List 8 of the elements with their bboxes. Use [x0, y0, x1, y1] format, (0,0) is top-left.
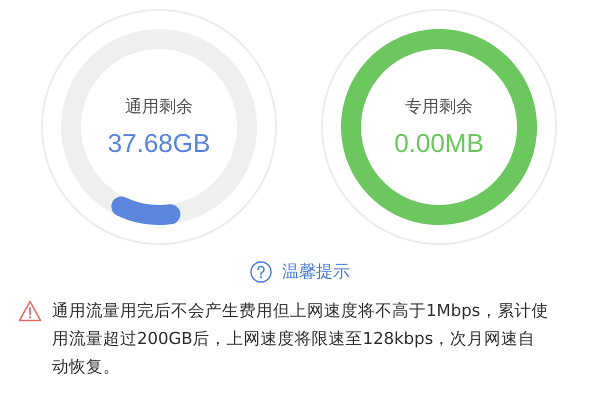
gauge-label: 通用剩余 — [125, 96, 193, 118]
gauge-value: 0.00MB — [394, 128, 484, 159]
help-icon[interactable] — [250, 260, 272, 282]
gauge-label: 专用剩余 — [405, 96, 473, 118]
tip-title[interactable]: 温馨提示 — [282, 260, 350, 283]
warning-icon — [18, 300, 42, 322]
warning-text: 通用流量用完后不会产生费用但上网速度将不高于1Mbps，累计使用流量超过200GB后，上网速度将限速至128kbps，次月网速自动恢复。 — [52, 300, 550, 378]
gauge-value: 37.68GB — [108, 128, 210, 159]
